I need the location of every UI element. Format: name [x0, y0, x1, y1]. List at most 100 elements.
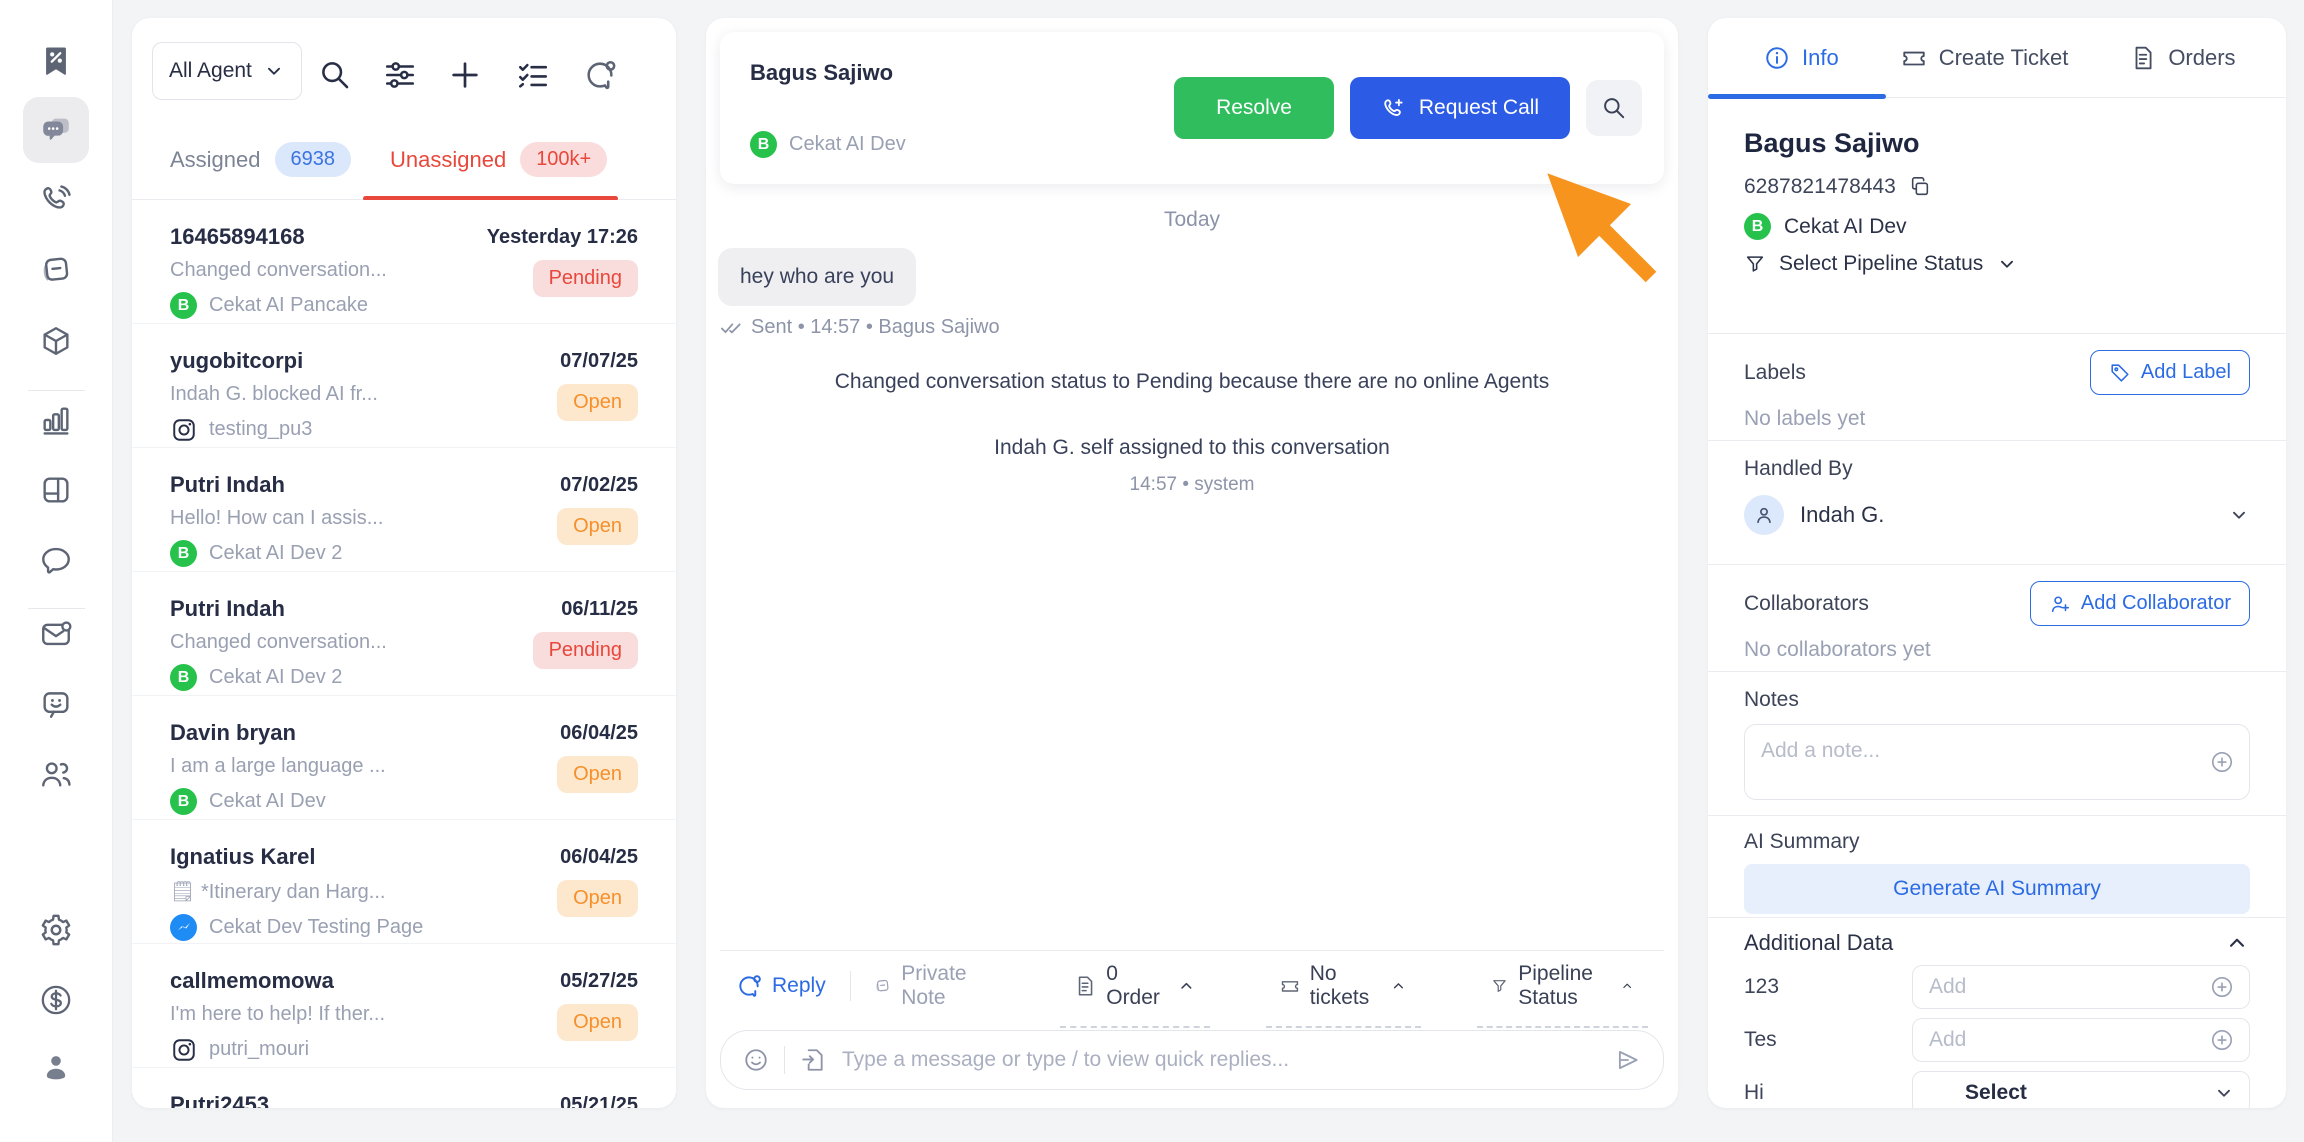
- rail-contacts-icon[interactable]: [39, 757, 73, 791]
- send-icon[interactable]: [1615, 1047, 1641, 1073]
- rail-comments-icon[interactable]: [39, 543, 73, 577]
- bulk-select-icon[interactable]: [516, 58, 550, 92]
- tab-info[interactable]: Info: [1764, 45, 1839, 71]
- channel-name: Cekat AI Pancake: [209, 294, 368, 317]
- collaborators-empty-text: No collaborators yet: [1744, 638, 2250, 662]
- field-input[interactable]: [1913, 1028, 2249, 1052]
- conversation-row[interactable]: Putri Indah Hello! How can I assis... B …: [132, 448, 676, 572]
- request-call-label: Request Call: [1419, 96, 1539, 120]
- conversation-row[interactable]: 16465894168 Changed conversation... B Ce…: [132, 200, 676, 324]
- generate-ai-summary-button[interactable]: Generate AI Summary: [1744, 864, 2250, 914]
- chat-search-button[interactable]: [1586, 80, 1642, 136]
- rail-billing-icon[interactable]: [39, 983, 73, 1017]
- labels-section: Labels Add Label No labels yet: [1708, 334, 2286, 441]
- copy-icon[interactable]: [1909, 176, 1931, 198]
- conversation-row[interactable]: Davin bryan I am a large language ... B …: [132, 696, 676, 820]
- handled-by-select[interactable]: Indah G.: [1744, 495, 2250, 535]
- chevron-up-icon: [1620, 975, 1634, 997]
- contact-channel: Cekat AI Dev: [1784, 215, 1907, 239]
- conversation-row[interactable]: yugobitcorpi Indah G. blocked AI fr... B…: [132, 324, 676, 448]
- search-icon: [1601, 95, 1627, 121]
- conversation-preview: Hello! How can I assis...: [170, 507, 470, 530]
- add-value-icon[interactable]: [2209, 1027, 2235, 1053]
- message-status-text: Sent • 14:57 • Bagus Sajiwo: [751, 316, 1000, 339]
- conversation-row[interactable]: Putri2453 puputriindaht@gmail... B 05/21…: [132, 1068, 676, 1108]
- rail-calls-icon[interactable]: [39, 183, 73, 217]
- conversation-time: 05/21/25: [560, 1094, 638, 1108]
- channel-name: testing_pu3: [209, 418, 312, 441]
- funnel-icon: [1744, 253, 1766, 275]
- tab-orders[interactable]: Orders: [2130, 45, 2235, 71]
- rail-orders-box-icon[interactable]: [39, 324, 73, 358]
- message-input[interactable]: [842, 1048, 1615, 1072]
- rail-settings-icon[interactable]: [39, 913, 73, 947]
- handled-by-title: Handled By: [1744, 457, 1853, 480]
- field-input[interactable]: [1913, 975, 2249, 999]
- rail-discount-ticket-icon[interactable]: [39, 44, 73, 78]
- rail-profile-avatar[interactable]: [39, 1051, 73, 1085]
- toolbar-divider: [850, 971, 851, 1001]
- emoji-icon[interactable]: [743, 1047, 769, 1073]
- contact-section: Bagus Sajiwo 6287821478443 B Cekat AI De…: [1708, 98, 2286, 334]
- rail-chatbot-icon[interactable]: [39, 687, 73, 721]
- filter-sliders-icon[interactable]: [383, 58, 417, 92]
- rail-quick-replies-icon[interactable]: [39, 253, 73, 287]
- order-dropdown[interactable]: 0 Order: [1060, 956, 1210, 1028]
- channel-name: putri_mouri: [209, 1038, 309, 1061]
- rail-inbox-chats-icon[interactable]: [23, 97, 89, 163]
- search-icon[interactable]: [318, 58, 352, 92]
- channel-name: Cekat AI Dev: [209, 790, 326, 813]
- pipeline-status-dropdown[interactable]: Pipeline Status: [1477, 956, 1648, 1028]
- rail-analytics-icon[interactable]: [39, 403, 73, 437]
- pipeline-status-select[interactable]: Select Pipeline Status: [1744, 252, 2250, 276]
- conversation-row[interactable]: Putri Indah Changed conversation... B Ce…: [132, 572, 676, 696]
- messenger-channel-icon: [170, 914, 197, 941]
- add-collaborator-button[interactable]: Add Collaborator: [2030, 581, 2250, 626]
- channel-name: Cekat Dev Testing Page: [209, 916, 423, 939]
- conversation-time: 07/02/25: [560, 474, 638, 497]
- reply-tab[interactable]: Reply: [736, 973, 826, 999]
- tab-assigned[interactable]: Assigned 6938: [170, 142, 351, 177]
- tab-create-ticket[interactable]: Create Ticket: [1901, 45, 2069, 71]
- tab-unassigned[interactable]: Unassigned 100k+: [390, 142, 607, 177]
- conversation-preview: 🗒 *Itinerary dan Harg...: [170, 879, 470, 904]
- agent-filter-select[interactable]: All Agent: [152, 42, 302, 100]
- conversation-row[interactable]: callmemomowa I'm here to help! If ther..…: [132, 944, 676, 1068]
- conversation-time: 06/04/25: [560, 722, 638, 745]
- tab-info-label: Info: [1802, 45, 1839, 71]
- add-label-text: Add Label: [2141, 361, 2231, 384]
- conversation-time: Yesterday 17:26: [487, 226, 638, 249]
- rail-email-icon[interactable]: [39, 617, 73, 651]
- chevron-down-icon: [263, 60, 285, 82]
- note-input[interactable]: [1745, 725, 2249, 799]
- labels-title: Labels: [1744, 361, 1806, 385]
- info-tabs: Info Create Ticket Orders: [1708, 18, 2286, 98]
- active-tab-underline: [1708, 94, 1886, 99]
- double-check-icon: [720, 317, 742, 339]
- add-label-button[interactable]: Add Label: [2090, 350, 2250, 395]
- new-conversation-icon[interactable]: [448, 58, 482, 92]
- message-composer[interactable]: [720, 1030, 1664, 1090]
- rail-knowledge-base-icon[interactable]: [39, 473, 73, 507]
- system-message: Changed conversation status to Pending b…: [706, 370, 1678, 394]
- quick-reply-file-icon[interactable]: [800, 1047, 826, 1073]
- broadcast-chat-icon[interactable]: [583, 58, 617, 92]
- resolve-button[interactable]: Resolve: [1174, 77, 1334, 139]
- rail-divider: [28, 608, 85, 609]
- incoming-message-bubble[interactable]: hey who are you: [718, 248, 916, 306]
- handled-by-section: Handled By Indah G.: [1708, 441, 2286, 565]
- message-status-line: Sent • 14:57 • Bagus Sajiwo: [720, 316, 1000, 339]
- private-note-tab[interactable]: Private Note: [874, 962, 976, 1010]
- add-note-icon[interactable]: [2209, 749, 2235, 775]
- collapse-chevron-up-icon[interactable]: [2224, 930, 2250, 956]
- tickets-dropdown[interactable]: No tickets: [1266, 956, 1422, 1028]
- add-value-icon[interactable]: [2209, 974, 2235, 1000]
- date-divider: Today: [706, 208, 1678, 232]
- conversation-row[interactable]: Ignatius Karel 🗒 *Itinerary dan Harg... …: [132, 820, 676, 944]
- conversation-preview: Indah G. blocked AI fr...: [170, 383, 470, 406]
- whatsapp-channel-icon: B: [170, 292, 197, 319]
- request-call-button[interactable]: Request Call: [1350, 77, 1570, 139]
- field-select[interactable]: Select: [1912, 1071, 2250, 1108]
- field-label: Tes: [1744, 1028, 1912, 1052]
- rail-divider: [28, 390, 85, 391]
